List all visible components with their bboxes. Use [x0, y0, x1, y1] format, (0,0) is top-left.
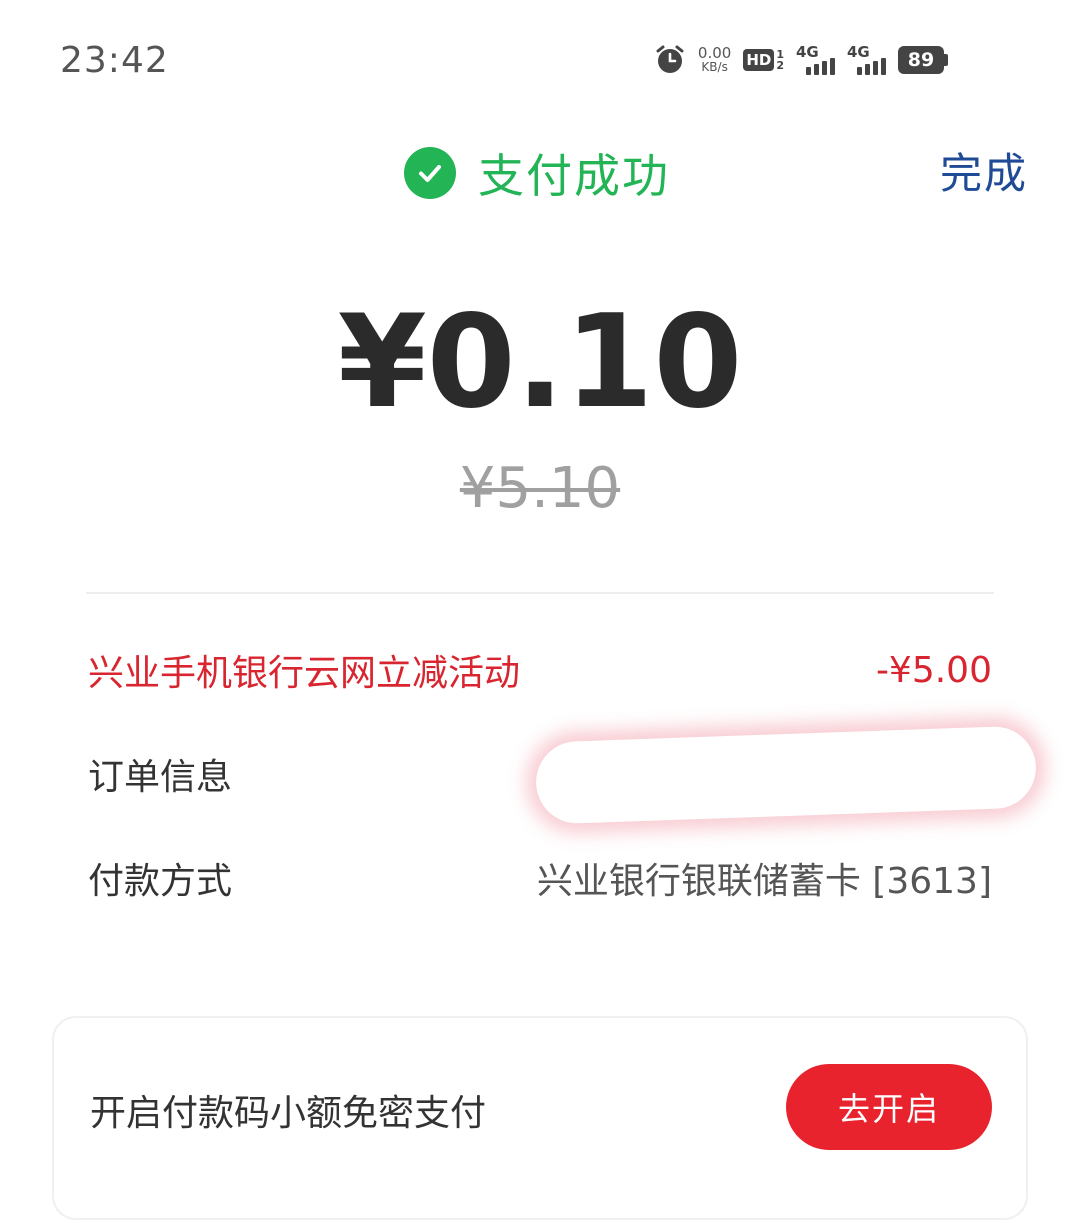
signal-1-type: 4G: [796, 43, 819, 61]
page-title: 支付成功: [478, 149, 670, 203]
password-free-promo-card: 开启付款码小额免密支付 去开启: [52, 1016, 1028, 1220]
battery-level: 89: [898, 46, 944, 74]
network-speed-value: 0.00: [697, 44, 732, 62]
hd-sim-numbers: 1 2: [776, 49, 784, 71]
discount-label: 兴业手机银行云网立减活动: [88, 653, 521, 694]
status-icons: 0.00 KB/s HD 1 2 4G 4G 89: [654, 43, 948, 76]
hd-sim-bottom: 2: [776, 59, 784, 72]
network-speed: 0.00 KB/s: [697, 44, 732, 75]
signal-2-icon: 4G: [847, 43, 886, 75]
discount-row: 兴业手机银行云网立减活动 -¥5.00: [88, 644, 992, 696]
order-info-label: 订单信息: [88, 757, 233, 798]
done-button[interactable]: 完成: [940, 140, 1028, 201]
status-bar: 23:42 0.00 KB/s HD 1 2 4G 4G 89: [0, 0, 1080, 120]
battery-tip: [944, 54, 948, 66]
success-check-icon: [404, 147, 456, 199]
status-time: 23:42: [60, 40, 169, 81]
payment-method-value: 兴业银行银联储蓄卡 [3613]: [536, 861, 992, 902]
discount-value: -¥5.00: [875, 649, 992, 691]
signal-2-type: 4G: [847, 43, 870, 61]
original-amount: ¥5.10: [459, 456, 621, 521]
promo-text: 开启付款码小额免密支付: [90, 1093, 487, 1134]
signal-1-icon: 4G: [796, 43, 835, 75]
redaction-mark: [534, 725, 1038, 825]
divider: [86, 592, 994, 594]
hd-voice-icon: HD 1 2: [743, 49, 784, 71]
battery-icon: 89: [898, 46, 948, 74]
payment-success-header: 支付成功: [404, 140, 670, 206]
payment-method-label: 付款方式: [88, 861, 233, 902]
enable-button[interactable]: 去开启: [786, 1064, 992, 1150]
alarm-icon: [654, 44, 686, 76]
paid-amount: ¥0.10: [337, 288, 743, 437]
network-speed-unit: KB/s: [701, 60, 728, 74]
payment-method-row: 付款方式 兴业银行银联储蓄卡 [3613]: [88, 852, 992, 904]
hd-label: HD: [743, 49, 775, 71]
